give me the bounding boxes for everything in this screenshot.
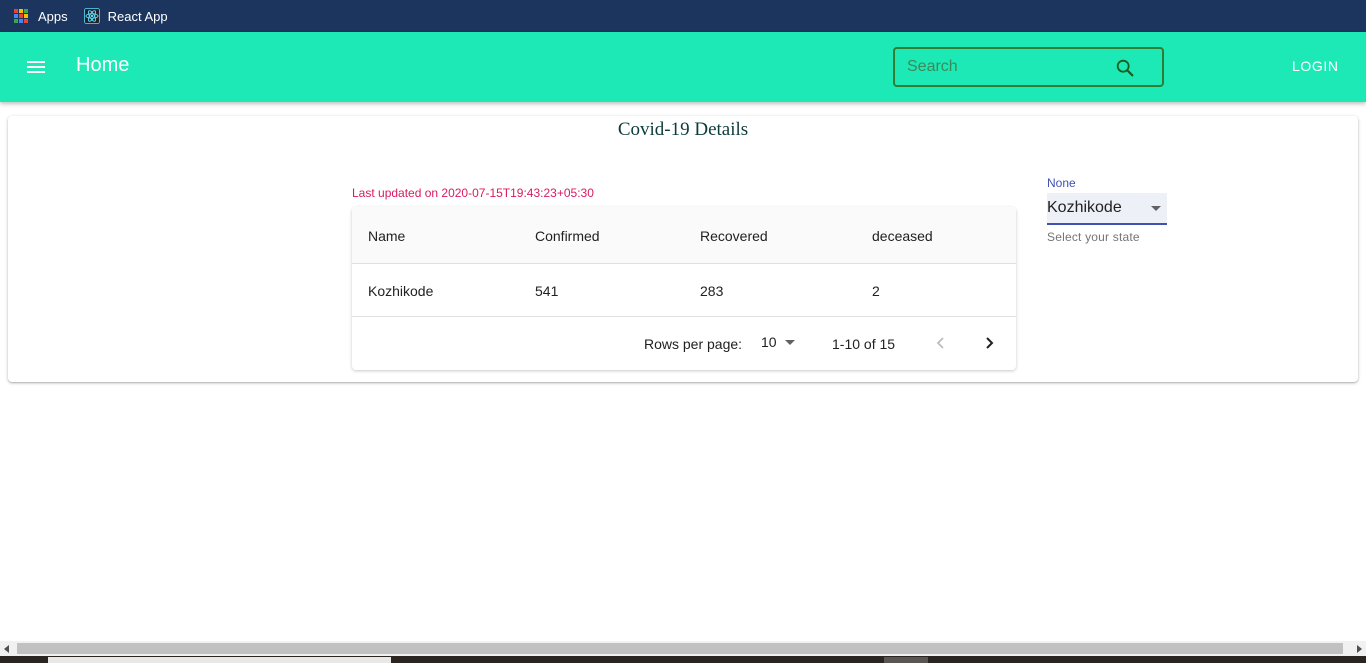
react-logo-icon [83,8,100,24]
search-icon[interactable] [1114,57,1136,79]
state-select-helper: Select your state [1047,230,1140,244]
apps-bookmark[interactable]: Apps [14,3,68,29]
scrollbar-thumb[interactable] [17,643,1343,654]
app-bar: Home LOGIN [0,32,1366,102]
column-header-recovered: Recovered [700,228,768,244]
rows-per-page-label: Rows per page: [644,336,743,352]
last-updated-text: Last updated on 2020-07-15T19:43:23+05:3… [352,186,594,200]
state-select-value: Kozhikode [1047,199,1122,216]
pagination-range: 1-10 of 15 [832,336,896,352]
react-app-bookmark-label: React App [107,8,168,24]
dropdown-arrow-icon [1151,206,1161,211]
taskbar-strip [0,656,1366,663]
cell-deceased: 2 [872,283,880,299]
horizontal-scrollbar[interactable] [0,641,1366,656]
cell-recovered: 283 [700,283,724,299]
chevron-right-icon [986,337,994,349]
hamburger-menu-icon [27,61,45,73]
column-header-confirmed: Confirmed [535,228,600,244]
taskbar-segment [884,657,928,663]
dropdown-arrow-icon [784,339,795,345]
bookmarks-bar: Apps React App [0,0,1366,32]
taskbar-segment [48,657,391,663]
covid-table: Name Confirmed Recovered deceased Kozhik… [352,207,1016,370]
chevron-left-icon [936,337,944,349]
table-row: Kozhikode 541 283 2 [352,264,1016,317]
column-header-deceased: deceased [872,228,933,244]
scroll-left-arrow-icon[interactable] [4,645,9,653]
login-button[interactable]: LOGIN [1284,56,1347,76]
menu-button[interactable] [16,47,56,87]
next-page-button[interactable] [976,330,1002,356]
search-input[interactable] [907,58,1107,76]
scroll-right-arrow-icon[interactable] [1357,645,1362,653]
covid-details-card: Covid-19 Details Last updated on 2020-07… [8,116,1358,382]
state-select-field: None Kozhikode Select your state [1047,176,1167,244]
table-header-row: Name Confirmed Recovered deceased [352,207,1016,264]
column-header-name: Name [368,228,406,244]
previous-page-button[interactable] [928,330,954,356]
apps-bookmark-label: Apps [38,8,68,24]
page-title: Home [76,54,130,76]
rows-per-page-value: 10 [761,334,777,350]
state-select[interactable]: Kozhikode [1047,193,1167,225]
table-pagination: Rows per page: 10 1-10 of 15 [352,317,1016,370]
cell-confirmed: 541 [535,283,559,299]
state-select-label: None [1047,176,1076,190]
apps-grid-icon [14,9,28,23]
search-box[interactable] [893,47,1164,87]
react-app-bookmark[interactable]: React App [83,3,168,29]
card-title: Covid-19 Details [617,119,749,140]
rows-per-page-select[interactable]: 10 [761,334,795,350]
cell-name: Kozhikode [368,283,434,299]
